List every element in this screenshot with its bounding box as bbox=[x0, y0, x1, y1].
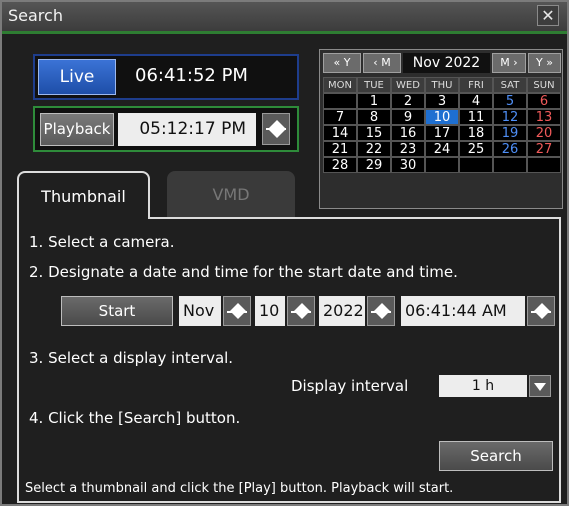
live-box: Live 06:41:52 PM bbox=[33, 54, 299, 100]
year-field[interactable]: 2022 bbox=[319, 296, 365, 326]
calendar-day[interactable]: 6 bbox=[527, 93, 561, 109]
playback-label: Playback bbox=[40, 113, 114, 146]
weekday-header: SUN bbox=[527, 77, 561, 93]
calendar-empty-cell bbox=[459, 157, 493, 173]
dropdown-arrow-icon[interactable] bbox=[529, 375, 551, 397]
spinner-up-icon[interactable] bbox=[534, 303, 550, 311]
calendar-day[interactable]: 29 bbox=[357, 157, 391, 173]
step2-text: 2. Designate a date and time for the sta… bbox=[29, 263, 458, 281]
spinner-up-icon[interactable] bbox=[230, 303, 246, 311]
calendar-day[interactable]: 7 bbox=[323, 109, 357, 125]
calendar: « Y ‹ M Nov 2022 M › Y » MON TUE WED THU FRI… bbox=[319, 49, 563, 209]
step1-text: 1. Select a camera. bbox=[29, 233, 175, 251]
calendar-day[interactable]: 19 bbox=[493, 125, 527, 141]
step3-text: 3. Select a display interval. bbox=[29, 349, 234, 367]
calendar-day[interactable]: 17 bbox=[425, 125, 459, 141]
title-divider bbox=[2, 31, 567, 34]
calendar-day[interactable]: 4 bbox=[459, 93, 493, 109]
window-title: Search bbox=[8, 6, 63, 25]
next-month-button[interactable]: M › bbox=[492, 53, 526, 73]
calendar-day[interactable]: 20 bbox=[527, 125, 561, 141]
close-icon: ✕ bbox=[541, 6, 555, 25]
calendar-grid: MON TUE WED THU FRI SAT SUN 1 2 3 4 5 6 7 8 9 10 11 12 13 14… bbox=[323, 77, 561, 173]
display-interval-select[interactable]: 1 h bbox=[439, 375, 527, 397]
calendar-day[interactable]: 9 bbox=[391, 109, 425, 125]
calendar-nav: « Y ‹ M Nov 2022 M › Y » bbox=[323, 53, 561, 73]
calendar-day[interactable]: 26 bbox=[493, 141, 527, 157]
prev-month-button[interactable]: ‹ M bbox=[363, 53, 401, 73]
calendar-day[interactable]: 16 bbox=[391, 125, 425, 141]
weekday-header: MON bbox=[323, 77, 357, 93]
weekday-header: WED bbox=[391, 77, 425, 93]
spinner-up-icon[interactable] bbox=[294, 303, 310, 311]
spinner-down-icon[interactable] bbox=[534, 311, 550, 319]
tab-vmd[interactable]: VMD bbox=[167, 171, 295, 219]
playback-box: Playback 05:12:17 PM bbox=[33, 106, 299, 152]
weekday-header: SAT bbox=[493, 77, 527, 93]
calendar-day[interactable]: 1 bbox=[357, 93, 391, 109]
calendar-empty-cell bbox=[527, 157, 561, 173]
calendar-empty-cell bbox=[425, 157, 459, 173]
calendar-day[interactable]: 28 bbox=[323, 157, 357, 173]
calendar-day[interactable]: 11 bbox=[459, 109, 493, 125]
calendar-day[interactable]: 13 bbox=[527, 109, 561, 125]
playback-time: 05:12:17 PM bbox=[118, 113, 256, 146]
calendar-day[interactable]: 12 bbox=[493, 109, 527, 125]
calendar-empty-cell bbox=[323, 93, 357, 109]
thumbnail-panel: 1. Select a camera. 2. Designate a date … bbox=[17, 217, 561, 503]
month-field[interactable]: Nov bbox=[179, 296, 221, 326]
start-time-field[interactable]: 06:41:44 AM bbox=[401, 296, 525, 326]
start-time-spinner[interactable] bbox=[527, 296, 555, 326]
tab-thumbnail[interactable]: Thumbnail bbox=[17, 171, 150, 219]
calendar-empty-cell bbox=[493, 157, 527, 173]
calendar-day[interactable]: 5 bbox=[493, 93, 527, 109]
search-button[interactable]: Search bbox=[439, 441, 553, 471]
playback-time-spinner[interactable] bbox=[262, 113, 290, 145]
display-interval-label: Display interval bbox=[291, 377, 409, 395]
step4-text: 4. Click the [Search] button. bbox=[29, 409, 241, 427]
weekday-header: TUE bbox=[357, 77, 391, 93]
prev-year-button[interactable]: « Y bbox=[323, 53, 361, 73]
calendar-day[interactable]: 24 bbox=[425, 141, 459, 157]
year-spinner[interactable] bbox=[367, 296, 395, 326]
calendar-day[interactable]: 18 bbox=[459, 125, 493, 141]
spinner-down-icon[interactable] bbox=[269, 130, 285, 138]
weekday-header: FRI bbox=[459, 77, 493, 93]
close-button[interactable]: ✕ bbox=[537, 5, 559, 26]
day-field[interactable]: 10 bbox=[255, 296, 285, 326]
weekday-header: THU bbox=[425, 77, 459, 93]
day-spinner[interactable] bbox=[287, 296, 315, 326]
calendar-day[interactable]: 25 bbox=[459, 141, 493, 157]
live-time: 06:41:52 PM bbox=[135, 65, 248, 86]
live-button[interactable]: Live bbox=[38, 59, 116, 95]
footer-hint: Select a thumbnail and click the [Play] … bbox=[25, 481, 454, 496]
month-spinner[interactable] bbox=[223, 296, 251, 326]
calendar-day[interactable]: 15 bbox=[357, 125, 391, 141]
start-button[interactable]: Start bbox=[61, 296, 173, 326]
calendar-day[interactable]: 23 bbox=[391, 141, 425, 157]
next-year-button[interactable]: Y » bbox=[528, 53, 561, 73]
spinner-up-icon[interactable] bbox=[269, 120, 285, 128]
calendar-day[interactable]: 22 bbox=[357, 141, 391, 157]
calendar-day[interactable]: 3 bbox=[425, 93, 459, 109]
spinner-down-icon[interactable] bbox=[230, 311, 246, 319]
search-window: Search ✕ Live 06:41:52 PM Playback 05:12… bbox=[0, 0, 569, 506]
calendar-day[interactable]: 10 bbox=[425, 109, 459, 125]
calendar-day[interactable]: 2 bbox=[391, 93, 425, 109]
calendar-day[interactable]: 8 bbox=[357, 109, 391, 125]
spinner-up-icon[interactable] bbox=[374, 303, 390, 311]
spinner-down-icon[interactable] bbox=[294, 311, 310, 319]
title-bar: Search ✕ bbox=[2, 2, 567, 31]
calendar-month-label: Nov 2022 bbox=[403, 53, 490, 73]
calendar-day[interactable]: 21 bbox=[323, 141, 357, 157]
calendar-day[interactable]: 30 bbox=[391, 157, 425, 173]
spinner-down-icon[interactable] bbox=[374, 311, 390, 319]
calendar-day[interactable]: 14 bbox=[323, 125, 357, 141]
calendar-day[interactable]: 27 bbox=[527, 141, 561, 157]
